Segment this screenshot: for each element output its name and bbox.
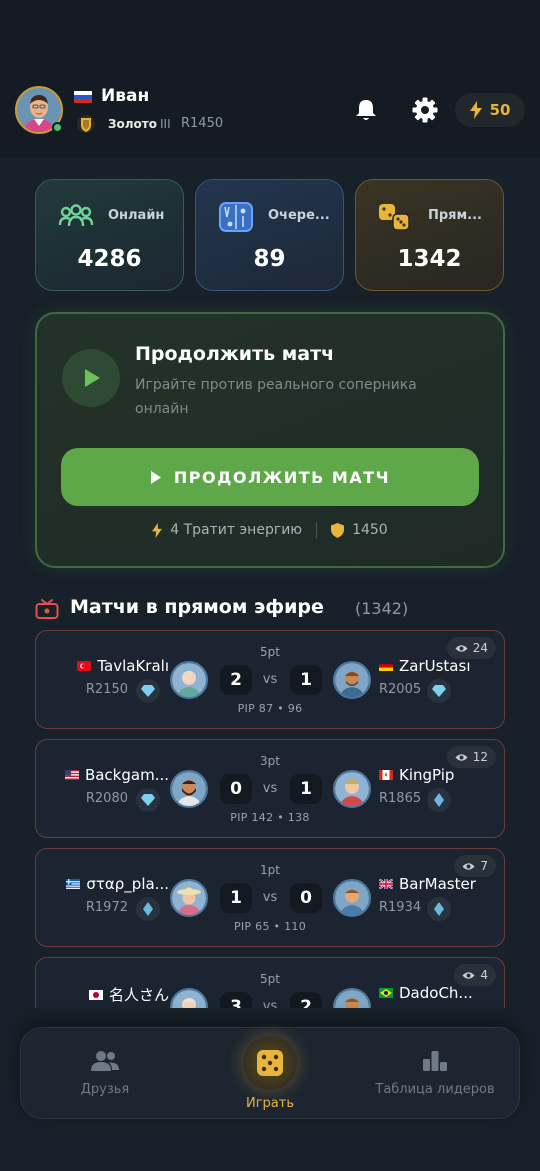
score-right: 1: [290, 774, 322, 804]
player-right: BarMaster: [379, 875, 476, 893]
live-matches-count: (1342): [355, 599, 409, 618]
turkey-flag-icon: [77, 661, 92, 671]
friends-icon: [91, 1051, 119, 1071]
gold-rank-icon: [77, 115, 95, 133]
score-right: 2: [290, 992, 322, 1008]
lightning-icon: [152, 522, 163, 538]
rank-tier: III: [160, 117, 171, 131]
online-status-dot: [52, 122, 63, 133]
live-matches-title: Матчи в прямом эфире: [70, 596, 324, 618]
live-match-card[interactable]: 7 1pt σταρ_pla... R1972 1 vs 0 BarMaster…: [35, 848, 505, 947]
board-icon: [219, 202, 253, 232]
users-icon: [58, 204, 94, 227]
nav-friends[interactable]: Друзья: [60, 1050, 150, 1097]
leaderboard-icon: [423, 1051, 447, 1071]
player-rating: R1934: [379, 900, 422, 915]
stat-value: 89: [253, 246, 286, 272]
score-right: 1: [290, 665, 322, 695]
player-avatar: [333, 661, 371, 699]
energy-value: 50: [489, 101, 511, 119]
player-name: ZarUstası: [399, 657, 471, 675]
rating-value: 1450: [352, 522, 388, 538]
greece-flag-icon: [66, 879, 81, 889]
user-rating: R1450: [181, 116, 224, 131]
uk-flag-icon: [379, 879, 393, 889]
tv-icon: [35, 599, 59, 619]
brazil-flag-icon: [379, 988, 393, 998]
diamond-icon: [427, 788, 451, 812]
match-cost-row: 4 Тратит энергию 1450: [35, 522, 505, 538]
pip-count: PIP 142 • 138: [230, 811, 310, 824]
gear-icon[interactable]: [411, 96, 439, 124]
dice-icon: [257, 1050, 283, 1076]
stat-card-online[interactable]: Онлайн 4286: [35, 179, 184, 291]
player-name: DadoCh...: [399, 984, 473, 1002]
stat-card-queue[interactable]: Очере... 89: [195, 179, 344, 291]
energy-cost: 4 Тратит энергию: [170, 522, 303, 538]
score-right: 0: [290, 883, 322, 913]
continue-button-label: ПРОДОЛЖИТЬ МАТЧ: [173, 467, 391, 487]
player-right: DadoCh...: [379, 984, 473, 1002]
rank-name: Золото: [108, 117, 158, 131]
stat-label: Очере...: [268, 208, 330, 223]
player-right: KingPip: [379, 766, 454, 784]
live-match-card[interactable]: 24 5pt TavlaKralı R2150 2 vs 1 ZarUstası…: [35, 630, 505, 729]
canada-flag-icon: [379, 770, 393, 780]
russia-flag-icon: [74, 91, 92, 103]
nav-label: Друзья: [80, 1082, 130, 1097]
player-avatar: [333, 879, 371, 917]
germany-flag-icon: [379, 661, 393, 671]
play-icon-container: [243, 1036, 297, 1090]
stat-value: 4286: [77, 246, 142, 272]
nav-label: Играть: [245, 1096, 294, 1111]
energy-counter[interactable]: 50: [455, 93, 525, 127]
live-match-card[interactable]: 12 3pt Backgam... R2080 0 vs 1 KingPip R…: [35, 739, 505, 838]
divider: [316, 522, 318, 538]
shield-icon: [331, 522, 345, 538]
play-icon: [62, 349, 120, 407]
live-match-list[interactable]: 24 5pt TavlaKralı R2150 2 vs 1 ZarUstası…: [35, 630, 505, 1008]
continue-match-button[interactable]: ПРОДОЛЖИТЬ МАТЧ: [61, 448, 479, 506]
live-match-card[interactable]: 4 5pt 名人さん 3 vs 2 DadoCh...: [35, 957, 505, 1008]
nav-play[interactable]: Играть: [230, 1036, 310, 1111]
user-name: Иван: [101, 86, 150, 106]
play-icon: [150, 470, 161, 484]
stat-label: Онлайн: [108, 208, 165, 223]
stat-label: Прям...: [428, 208, 482, 223]
stat-card-live[interactable]: Прям... 1342: [355, 179, 504, 291]
pip-count: PIP 65 • 110: [233, 920, 307, 933]
player-name: BarMaster: [399, 875, 476, 893]
lightning-icon: [469, 101, 482, 119]
continue-subtitle: Играйте против реального соперника онлай…: [135, 377, 417, 417]
japan-flag-icon: [88, 989, 103, 1000]
player-avatar: [333, 770, 371, 808]
continue-title: Продолжить матч: [135, 343, 335, 365]
diamond-icon: [427, 897, 451, 921]
usa-flag-icon: [64, 770, 79, 780]
player-right: ZarUstası: [379, 657, 470, 675]
dice-icon: [379, 204, 410, 231]
player-rating: R1865: [379, 791, 422, 806]
player-name: KingPip: [399, 766, 455, 784]
stat-value: 1342: [397, 246, 462, 272]
player-rating: R2005: [379, 682, 422, 697]
nav-label: Таблица лидеров: [375, 1082, 495, 1097]
bell-icon[interactable]: [353, 97, 379, 123]
header-background: [0, 0, 540, 158]
pip-count: PIP 87 • 96: [237, 702, 303, 715]
player-avatar: [333, 988, 371, 1008]
diamond-icon: [427, 679, 451, 703]
nav-leaderboard[interactable]: Таблица лидеров: [370, 1050, 500, 1097]
